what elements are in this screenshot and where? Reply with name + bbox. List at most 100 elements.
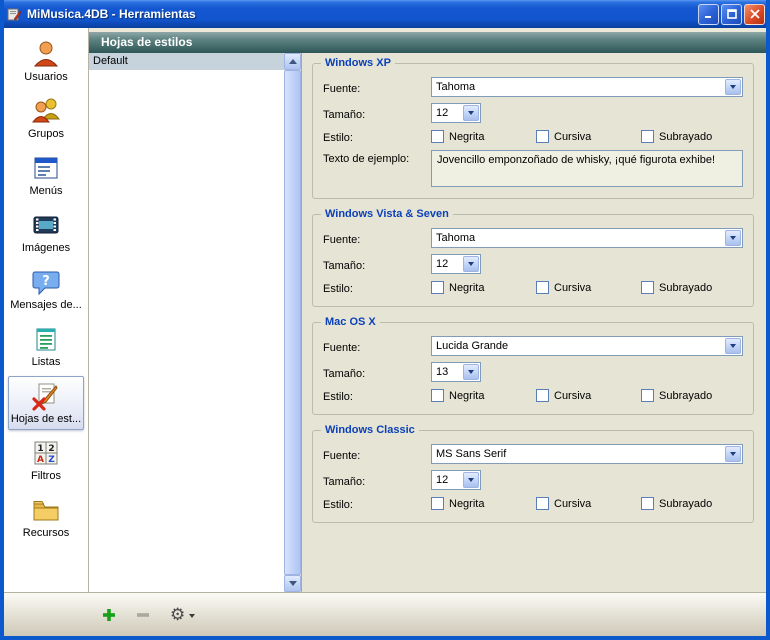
combo-dropdown-button[interactable] bbox=[725, 446, 741, 462]
size-select[interactable]: 12 bbox=[431, 254, 481, 274]
font-select[interactable]: MS Sans Serif bbox=[431, 444, 743, 464]
scroll-down-button[interactable] bbox=[284, 575, 301, 592]
size-select-value: 12 bbox=[432, 107, 462, 119]
style-label: Estilo: bbox=[323, 496, 431, 511]
checkbox-label: Negrita bbox=[449, 131, 484, 143]
checkbox-cursiva[interactable] bbox=[536, 281, 549, 294]
combo-dropdown-button[interactable] bbox=[725, 230, 741, 246]
checkbox-group-negrita[interactable]: Negrita bbox=[431, 130, 536, 143]
titlebar[interactable]: MiMusica.4DB - Herramientas bbox=[0, 0, 770, 28]
svg-text:A: A bbox=[37, 455, 44, 465]
style-row: Estilo: Negrita Cursiva Subrayado bbox=[323, 388, 743, 403]
sample-row: Texto de ejemplo: Jovencillo emponzoñado… bbox=[323, 150, 743, 187]
scroll-up-button[interactable] bbox=[284, 53, 301, 70]
sidebar-item-grupos[interactable]: Grupos bbox=[8, 91, 84, 145]
sidebar-item-mensajes[interactable]: ? Mensajes de... bbox=[8, 262, 84, 316]
message-icon: ? bbox=[30, 266, 62, 298]
combo-dropdown-button[interactable] bbox=[463, 105, 479, 121]
stylesheet-list: Default bbox=[89, 53, 284, 592]
checkbox-subrayado[interactable] bbox=[641, 130, 654, 143]
sample-text-box: Jovencillo emponzoñado de whisky, ¡qué f… bbox=[431, 150, 743, 187]
sidebar-item-label: Recursos bbox=[9, 527, 83, 539]
style-settings-panel: Windows XP Fuente: Tahoma Tamaño: 12 bbox=[302, 53, 766, 592]
font-select-value: Tahoma bbox=[432, 81, 724, 93]
font-select-value: MS Sans Serif bbox=[432, 448, 724, 460]
combo-dropdown-button[interactable] bbox=[463, 364, 479, 380]
sidebar-item-filtros[interactable]: 1 2 A Z Filtros bbox=[8, 433, 84, 487]
remove-button[interactable] bbox=[136, 604, 150, 626]
font-select[interactable]: Tahoma bbox=[431, 77, 743, 97]
chevron-down-icon bbox=[468, 370, 474, 374]
combo-dropdown-button[interactable] bbox=[725, 338, 741, 354]
checkbox-group-cursiva[interactable]: Cursiva bbox=[536, 130, 641, 143]
checkbox-group-subrayado[interactable]: Subrayado bbox=[641, 389, 746, 402]
font-select[interactable]: Lucida Grande bbox=[431, 336, 743, 356]
add-button[interactable] bbox=[102, 604, 116, 626]
section-mac-os-x: Mac OS X Fuente: Lucida Grande Tamaño: bbox=[312, 322, 754, 415]
sidebar-item-listas[interactable]: Listas bbox=[8, 319, 84, 373]
checkbox-negrita[interactable] bbox=[431, 281, 444, 294]
section-title: Mac OS X bbox=[321, 316, 380, 328]
close-button[interactable] bbox=[744, 4, 765, 25]
sidebar-item-imagenes[interactable]: Imágenes bbox=[8, 205, 84, 259]
scrollbar-thumb[interactable] bbox=[284, 70, 301, 575]
chevron-down-icon bbox=[730, 85, 736, 89]
checkbox-cursiva[interactable] bbox=[536, 389, 549, 402]
checkbox-group-cursiva[interactable]: Cursiva bbox=[536, 281, 641, 294]
checkbox-group-negrita[interactable]: Negrita bbox=[431, 281, 536, 294]
remove-icon bbox=[136, 608, 150, 622]
sidebar-item-hojas-de-estilos[interactable]: Hojas de est... bbox=[8, 376, 84, 430]
font-select[interactable]: Tahoma bbox=[431, 228, 743, 248]
sidebar-item-label: Mensajes de... bbox=[9, 299, 83, 311]
combo-dropdown-button[interactable] bbox=[725, 79, 741, 95]
chevron-down-icon bbox=[730, 236, 736, 240]
dropdown-caret-icon bbox=[189, 614, 195, 618]
checkbox-subrayado[interactable] bbox=[641, 497, 654, 510]
content-area: Hojas de estilos Default bbox=[89, 28, 766, 592]
stylesheet-list-panel: Default bbox=[89, 53, 302, 592]
sample-label: Texto de ejemplo: bbox=[323, 150, 431, 165]
arrow-down-icon bbox=[289, 581, 297, 586]
window-controls bbox=[698, 4, 770, 25]
sidebar-item-label: Imágenes bbox=[9, 242, 83, 254]
size-select[interactable]: 13 bbox=[431, 362, 481, 382]
checkbox-group-negrita[interactable]: Negrita bbox=[431, 389, 536, 402]
checkbox-label: Subrayado bbox=[659, 498, 712, 510]
size-select[interactable]: 12 bbox=[431, 470, 481, 490]
style-options: Negrita Cursiva Subrayado bbox=[431, 281, 746, 294]
section-title: Windows Vista & Seven bbox=[321, 208, 453, 220]
checkbox-negrita[interactable] bbox=[431, 389, 444, 402]
sidebar-item-menus[interactable]: Menús bbox=[8, 148, 84, 202]
checkbox-label: Cursiva bbox=[554, 390, 591, 402]
checkbox-negrita[interactable] bbox=[431, 130, 444, 143]
size-label: Tamaño: bbox=[323, 257, 431, 272]
style-options: Negrita Cursiva Subrayado bbox=[431, 130, 746, 143]
checkbox-group-subrayado[interactable]: Subrayado bbox=[641, 497, 746, 510]
checkbox-group-subrayado[interactable]: Subrayado bbox=[641, 281, 746, 294]
list-icon bbox=[30, 323, 62, 355]
checkbox-group-cursiva[interactable]: Cursiva bbox=[536, 389, 641, 402]
combo-dropdown-button[interactable] bbox=[463, 256, 479, 272]
checkbox-negrita[interactable] bbox=[431, 497, 444, 510]
minimize-button[interactable] bbox=[698, 4, 719, 25]
maximize-button[interactable] bbox=[721, 4, 742, 25]
checkbox-group-subrayado[interactable]: Subrayado bbox=[641, 130, 746, 143]
size-select[interactable]: 12 bbox=[431, 103, 481, 123]
sidebar-item-label: Grupos bbox=[9, 128, 83, 140]
checkbox-subrayado[interactable] bbox=[641, 281, 654, 294]
chevron-down-icon bbox=[730, 452, 736, 456]
checkbox-cursiva[interactable] bbox=[536, 130, 549, 143]
sidebar-item-usuarios[interactable]: Usuarios bbox=[8, 34, 84, 88]
checkbox-group-negrita[interactable]: Negrita bbox=[431, 497, 536, 510]
checkbox-subrayado[interactable] bbox=[641, 389, 654, 402]
checkbox-label: Cursiva bbox=[554, 282, 591, 294]
checkbox-cursiva[interactable] bbox=[536, 497, 549, 510]
list-scrollbar[interactable] bbox=[284, 53, 301, 592]
sidebar-item-recursos[interactable]: Recursos bbox=[8, 490, 84, 544]
list-item-default[interactable]: Default bbox=[89, 53, 284, 70]
checkbox-group-cursiva[interactable]: Cursiva bbox=[536, 497, 641, 510]
chevron-down-icon bbox=[730, 344, 736, 348]
settings-button[interactable]: ⚙ bbox=[170, 604, 195, 626]
font-label: Fuente: bbox=[323, 447, 431, 462]
combo-dropdown-button[interactable] bbox=[463, 472, 479, 488]
